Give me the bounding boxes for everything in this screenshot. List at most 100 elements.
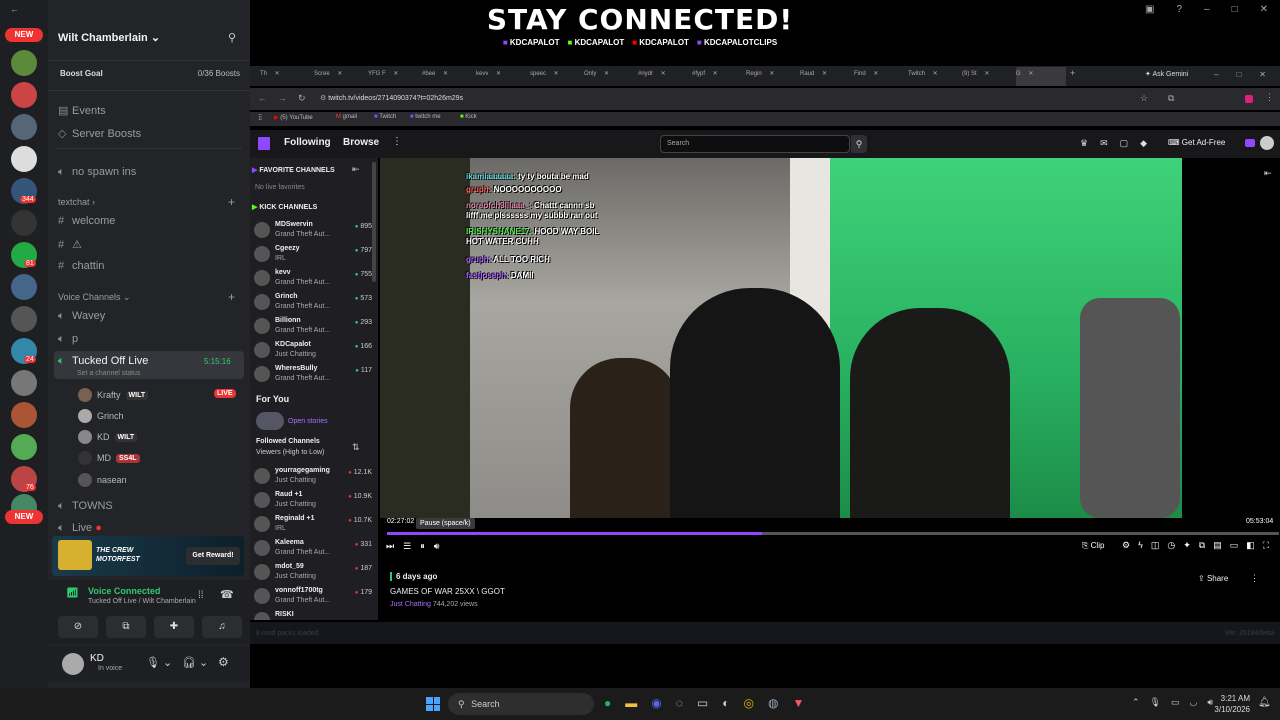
browser-tab[interactable]: Find ✕ [854, 70, 904, 77]
chapters-icon[interactable]: ☰ [403, 541, 411, 552]
server-icon[interactable] [11, 146, 37, 172]
more-menu-icon[interactable]: ⋮ [392, 136, 402, 147]
category-voice[interactable]: Voice Channels ⌄ [58, 292, 131, 303]
terminal-icon[interactable]: ▭ [697, 696, 708, 710]
browser-tab[interactable]: #fypf ✕ [692, 70, 742, 77]
soundboard-button[interactable]: ♫ [202, 616, 242, 638]
browser-tab[interactable]: #bee ✕ [422, 70, 472, 77]
server-icon[interactable] [11, 402, 37, 428]
reload-icon[interactable]: ↻ [298, 93, 306, 104]
tab-close-icon[interactable]: ✕ [711, 71, 718, 77]
voice-channel-wavey[interactable]: 🔈︎ Wavey [58, 310, 105, 323]
channel-warning[interactable]: # ⚠ [58, 238, 82, 251]
taskbar-search[interactable]: ⚲ Search [448, 693, 594, 715]
browser-tab[interactable]: Regin ✕ [746, 70, 796, 77]
file-explorer-icon[interactable]: ▬ [625, 696, 637, 710]
browser-tab[interactable]: Twitch ✕ [908, 70, 958, 77]
channel-chattin[interactable]: # chattin [58, 260, 104, 272]
search-button[interactable]: ⚲ [851, 135, 867, 153]
kick-channel-item[interactable]: KDCapalot Just Chatting 166 [254, 340, 374, 362]
sort-icon[interactable]: ⇅ [352, 442, 360, 453]
share-button[interactable]: ⇪ Share [1198, 574, 1228, 583]
discord-icon[interactable]: ◉ [651, 696, 661, 710]
browser-tab[interactable]: kevv ✕ [476, 70, 526, 77]
screenshot-icon[interactable]: ⧉ [1199, 540, 1205, 551]
tab-close-icon[interactable]: ✕ [494, 71, 501, 77]
mic-tray-icon[interactable]: 🎙︎ [1150, 697, 1161, 708]
theater-icon[interactable]: ▭ [1230, 540, 1239, 551]
bookmark-gmail[interactable]: M gmail [336, 114, 357, 120]
tab-close-icon[interactable]: ✕ [336, 71, 342, 77]
tray-chevron-icon[interactable]: ⌃ [1132, 697, 1140, 708]
open-stories-button[interactable]: Open stories [256, 412, 328, 430]
sidebar-icon[interactable]: ◧ [1246, 540, 1255, 551]
add-channel-icon[interactable]: + [228, 195, 235, 209]
bookmark-kick[interactable]: ■ Kick [460, 114, 477, 120]
tab-close-icon[interactable]: ✕ [1027, 71, 1033, 77]
kick-channel-item[interactable]: Billionn Grand Theft Aut... 293 [254, 316, 374, 338]
followed-channel-item[interactable]: vonnoff1700tg Grand Theft Aut... 179 [254, 586, 374, 608]
add-voice-channel-icon[interactable]: + [228, 290, 235, 304]
bookmark-twitch-me[interactable]: ■ twitch me [410, 114, 441, 120]
settings-gear-icon[interactable]: ⚙ [218, 655, 229, 669]
nav-following[interactable]: Following [284, 137, 331, 148]
clock[interactable]: 3:21 AM 3/10/2026 [1208, 693, 1250, 715]
signal-icon[interactable]: 📶︎ [66, 588, 79, 599]
app-icon[interactable]: ◌ [676, 696, 683, 710]
server-icon[interactable] [11, 370, 37, 396]
voice-channel-towns[interactable]: 🔈︎ TOWNS [58, 500, 113, 513]
back-icon[interactable]: ← [10, 4, 19, 14]
tab-close-icon[interactable]: ✕ [659, 71, 666, 77]
collapse-sidebar-icon[interactable]: ⇤ [352, 164, 360, 175]
notification-bell-icon[interactable]: 🔔︎ [1258, 697, 1271, 708]
disconnect-icon[interactable]: ☎ [220, 588, 234, 601]
bookmark-youtube[interactable]: ▶ (5) YouTube [274, 114, 313, 121]
server-header[interactable]: Wilt Chamberlain ⌄ [58, 31, 160, 44]
get-ad-free-button[interactable]: ⌨ Get Ad-Free [1168, 138, 1225, 147]
kick-channel-item[interactable]: WheresBully Grand Theft Aut... 117 [254, 364, 374, 386]
close-icon[interactable]: ✕ [1260, 4, 1268, 18]
kick-channel-item[interactable]: MDSwervin Grand Theft Aut... 895 [254, 220, 374, 242]
tab-close-icon[interactable]: ✕ [392, 71, 398, 77]
start-button-icon[interactable] [426, 697, 440, 711]
server-icon[interactable] [11, 114, 37, 140]
set-status-link[interactable]: Set a channel status [77, 370, 140, 377]
noise-suppression-icon[interactable]: ⁞⁞ [198, 590, 204, 601]
events-link[interactable]: ▤ Events [58, 104, 106, 117]
bits-icon[interactable]: ◆ [1140, 138, 1147, 149]
extensions-icon[interactable]: ⧉ [1168, 93, 1174, 104]
voice-user[interactable]: nasean [78, 473, 127, 487]
bookmark-star-icon[interactable]: ☆ [1140, 93, 1148, 104]
rewind-icon[interactable]: ◷ [1167, 540, 1175, 551]
pause-icon[interactable]: ⏸ [420, 541, 425, 552]
server-icon[interactable] [11, 306, 37, 332]
browser-tab[interactable]: Raud ✕ [800, 70, 850, 77]
followed-channel-item[interactable]: yourragegaming Just Chatting 12.1K [254, 466, 374, 488]
voice-user[interactable]: KD WILT [78, 430, 138, 444]
volume-icon[interactable]: 🔊︎ [434, 541, 440, 552]
minimize-icon[interactable]: – [1204, 4, 1210, 18]
server-icon[interactable] [11, 274, 37, 300]
back-icon[interactable]: ← [258, 93, 267, 103]
help-icon[interactable]: ? [1176, 4, 1182, 18]
forward-icon[interactable]: → [278, 93, 287, 103]
server-icon[interactable] [11, 82, 37, 108]
bookmark-twitch[interactable]: ■ Twitch [374, 114, 396, 120]
add-member-icon[interactable]: ⚲ [228, 31, 236, 44]
notifications-icon[interactable]: ▢ [1120, 138, 1129, 149]
sidebar-scrollbar[interactable] [372, 162, 376, 282]
followed-channel-item[interactable]: RISKI [254, 610, 374, 620]
maximize-icon[interactable]: □ [1236, 70, 1241, 79]
tab-close-icon[interactable]: ✕ [931, 71, 938, 77]
browser-tab[interactable]: Only ✕ [584, 70, 634, 77]
followed-channel-item[interactable]: mdot_59 Just Chatting 187 [254, 562, 374, 584]
server-icon[interactable] [11, 434, 37, 460]
screen-share-button[interactable]: ⧉ [106, 616, 146, 638]
mic-icon[interactable]: 🎙︎ ⌄ [146, 656, 172, 669]
activities-button[interactable]: ✚ [154, 616, 194, 638]
user-avatar[interactable] [1260, 136, 1274, 150]
site-info-icon[interactable]: ⚙ [320, 95, 326, 102]
chrome-icon[interactable]: ◎ [743, 696, 753, 710]
video-player[interactable]: ⇤ ikamiaaaaaa: ty ty bouta be mad gruph:… [380, 158, 1280, 558]
voice-user[interactable]: Grinch [78, 409, 124, 423]
